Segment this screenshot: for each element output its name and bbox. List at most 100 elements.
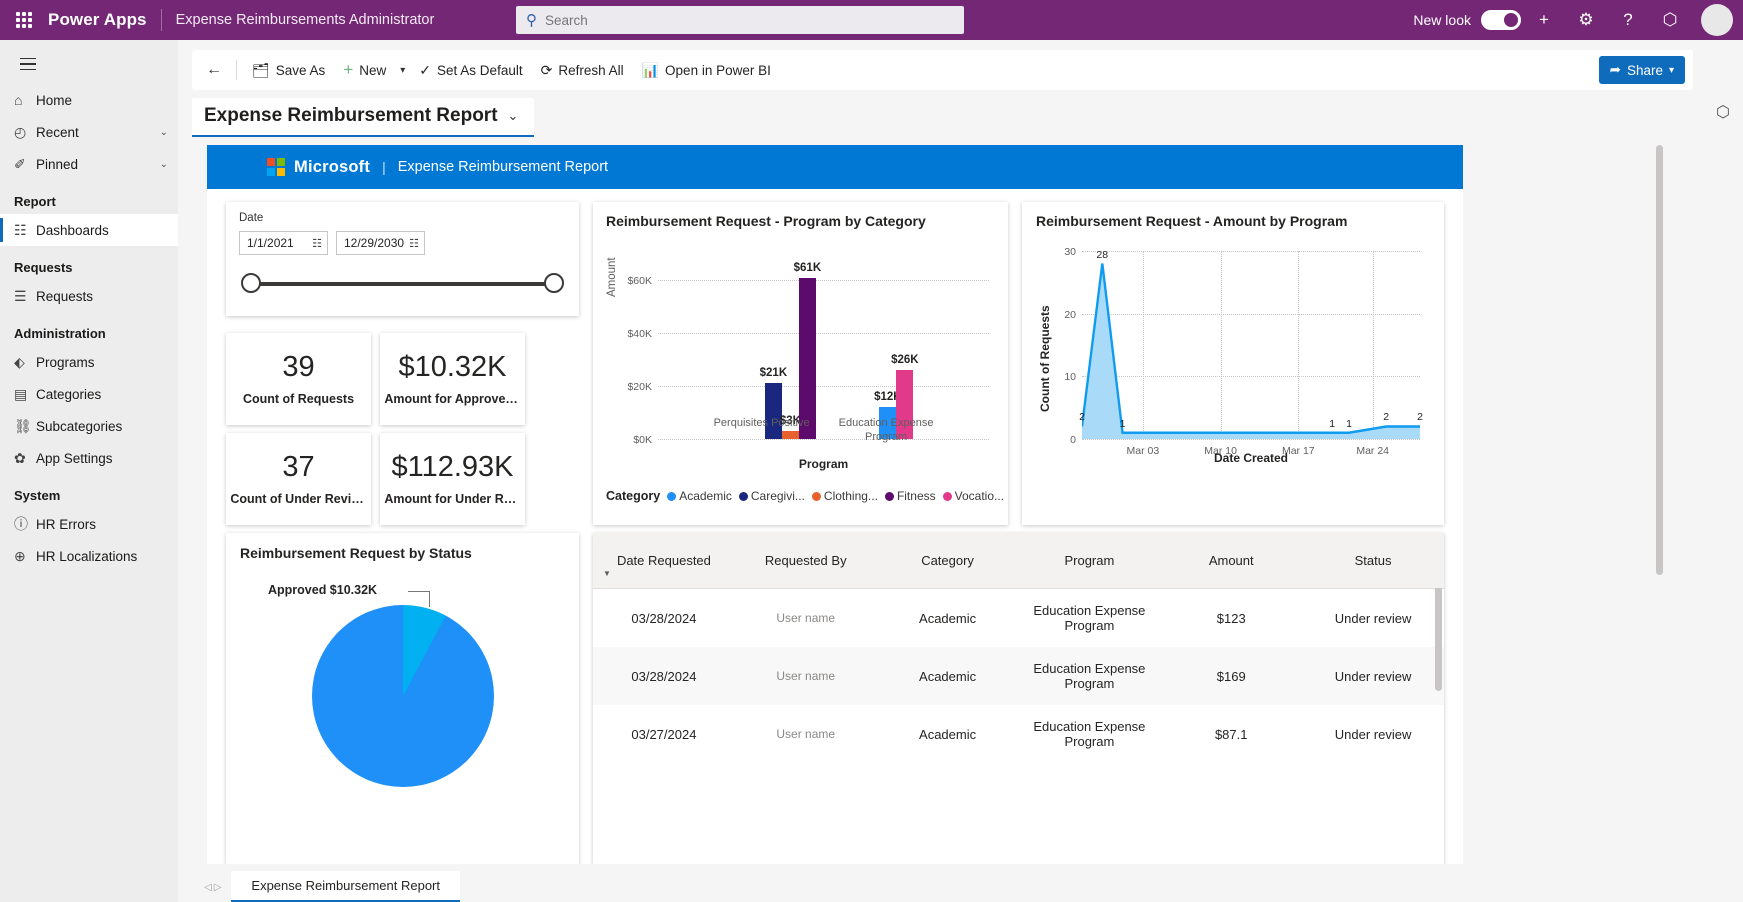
search-box[interactable]: ⚲ — [516, 6, 964, 34]
date-end-input[interactable]: 12/29/2030 ☷ — [336, 231, 425, 255]
slider-track — [250, 282, 555, 286]
y-axis-tick: 0 — [1070, 434, 1076, 446]
sidebar-group-system: System — [14, 488, 61, 503]
legend-item[interactable]: Caregivi... — [738, 489, 805, 503]
cell-date-requested: 03/28/2024 — [631, 668, 697, 684]
kpi-card-amount-approved[interactable]: $10.32K Amount for Approved Re... — [380, 333, 525, 425]
date-slicer-tile[interactable]: Date 1/1/2021 ☷ 12/29/2030 ☷ — [226, 202, 579, 316]
column-header-amount[interactable]: Amount — [1160, 533, 1303, 589]
share-button[interactable]: ➦ Share ▾ — [1598, 56, 1685, 84]
pie-chart[interactable] — [312, 605, 494, 787]
kpi-card-count-under-review[interactable]: 37 Count of Under Review Re... — [226, 433, 371, 525]
avatar[interactable] — [1701, 4, 1733, 36]
canvas-scrollbar[interactable] — [1656, 145, 1663, 575]
save-as-button[interactable]: 🗂 Save As — [243, 54, 334, 86]
report-selector[interactable]: Expense Reimbursement Report ⌄ — [192, 98, 535, 137]
sidebar-item-hr-localizations[interactable]: ⊕ HR Localizations — [0, 540, 178, 572]
next-page-icon[interactable]: ▷ — [214, 882, 222, 893]
sidebar-item-subcategories[interactable]: ⛓ Subcategories — [0, 410, 178, 442]
legend-item[interactable]: Clothing... — [811, 489, 878, 503]
legend-item[interactable]: Fitness — [884, 489, 936, 503]
table-row[interactable]: 03/27/2024 User name Academic Education Exp… — [593, 705, 1444, 763]
legend-item[interactable]: Vocatio... — [942, 489, 1004, 503]
bar-chart-plot-area: Amount $0K $20K $40K $60K $21K $3K $61K $12K $26… — [606, 239, 995, 487]
sidebar-item-app-settings[interactable]: ✿ App Settings — [0, 442, 178, 474]
chevron-down-icon[interactable]: ⌄ — [160, 159, 168, 170]
slider-handle-start[interactable] — [241, 273, 261, 293]
area-chart-plot: 0 10 20 30 Mar 03 Mar 10 Mar 17 Mar 24 2 28 1 1 1 2 2 — [1064, 246, 1423, 457]
copilot-icon[interactable]: ⬡ — [1651, 1, 1689, 39]
open-in-power-bi-label: Open in Power BI — [665, 62, 771, 78]
brand-title[interactable]: Power Apps — [48, 10, 147, 30]
sidebar-item-dashboards[interactable]: ☷ Dashboards — [0, 214, 178, 246]
chevron-down-icon[interactable]: ⌄ — [160, 127, 168, 138]
sidebar-item-categories[interactable]: ▤ Categories — [0, 378, 178, 410]
column-header-requested-by[interactable]: Requested By — [734, 533, 877, 589]
area-chart-tile[interactable]: Reimbursement Request - Amount by Progra… — [1022, 202, 1444, 525]
new-button[interactable]: + New — [334, 54, 395, 86]
page-tab-expense-reimbursement-report[interactable]: Expense Reimbursement Report — [231, 871, 460, 902]
legend-item[interactable]: Academic — [667, 489, 732, 503]
column-header-program[interactable]: Program — [1018, 533, 1161, 589]
save-icon: 🗂 — [252, 61, 270, 78]
refresh-all-button[interactable]: ⟳ Refresh All — [532, 54, 633, 86]
new-label: New — [359, 62, 387, 78]
cell-amount: $169 — [1216, 668, 1246, 684]
bar-fitness[interactable] — [798, 277, 816, 439]
date-start-input[interactable]: 1/1/2021 ☷ — [239, 231, 328, 255]
sidebar-item-requests[interactable]: ☰ Requests — [0, 280, 178, 312]
cell-requested-by: User name — [776, 669, 836, 683]
sidebar-item-label: Recent — [36, 124, 79, 140]
table-row[interactable]: 03/28/2024 User name Academic Education Exp… — [593, 647, 1444, 705]
bar-chart-tile[interactable]: Reimbursement Request - Program by Categ… — [593, 202, 1008, 525]
column-header-category[interactable]: Category — [876, 533, 1019, 589]
new-chevron-down-icon[interactable]: ▾ — [395, 54, 410, 86]
help-icon[interactable]: ? — [1609, 1, 1647, 39]
bar-clothing-[interactable] — [781, 431, 799, 439]
plus-icon[interactable]: + — [1525, 1, 1563, 39]
share-chevron-down-icon[interactable]: ▾ — [1669, 65, 1674, 76]
sidebar-item-recent[interactable]: ◴ Recent ⌄ — [0, 116, 178, 148]
set-as-default-button[interactable]: ✓ Set As Default — [410, 54, 531, 86]
pie-chart-plot-area: Approved $10.32K — [240, 583, 565, 833]
date-range-slider[interactable] — [239, 273, 566, 295]
search-input[interactable] — [545, 12, 954, 28]
sidebar-item-label: Requests — [36, 288, 94, 304]
cell-program: Education Expense Program — [1033, 603, 1146, 633]
gear-icon[interactable]: ⚙ — [1567, 1, 1605, 39]
legend-color-dot — [884, 491, 894, 501]
cell-status: Under review — [1334, 610, 1412, 626]
table-row[interactable]: 03/28/2024 User name Academic Education Exp… — [593, 589, 1444, 648]
check-icon: ✓ — [419, 61, 432, 78]
calendar-icon[interactable]: ☷ — [409, 237, 419, 250]
slider-handle-end[interactable] — [544, 273, 564, 293]
app-launcher-icon[interactable] — [0, 0, 48, 40]
grid-line: 0 — [1070, 434, 1420, 446]
pie-chart-tile[interactable]: Reimbursement Request by Status Approved… — [226, 533, 579, 864]
sidebar-item-programs[interactable]: ⬖ Programs — [0, 346, 178, 378]
requests-table-tile[interactable]: Date Requested Requested By Category Pro… — [593, 533, 1444, 864]
calendar-icon[interactable]: ☷ — [312, 237, 322, 250]
globe-icon: ⊕ — [14, 547, 26, 564]
open-in-power-bi-button[interactable]: 📊 Open in Power BI — [633, 54, 780, 86]
column-header-status[interactable]: Status — [1302, 533, 1444, 589]
new-look-toggle[interactable] — [1481, 10, 1521, 30]
sidebar-item-pinned[interactable]: ✐ Pinned ⌄ — [0, 148, 178, 180]
y-axis-tick: $20K — [627, 381, 652, 394]
kpi-card-amount-under-review[interactable]: $112.93K Amount for Under Review... — [380, 433, 525, 525]
bar-data-label: $61K — [793, 261, 822, 274]
copilot-icon[interactable]: ⬡ — [1716, 102, 1730, 902]
page-tab-nav: ◁ ▷ — [198, 872, 227, 902]
legend-label: Fitness — [896, 489, 936, 503]
sidebar-item-home[interactable]: ⌂ Home — [0, 84, 178, 116]
chevron-down-icon[interactable]: ⌄ — [508, 108, 519, 124]
back-arrow-icon[interactable]: ← — [198, 54, 230, 86]
column-header-date-requested[interactable]: Date Requested — [593, 533, 735, 589]
prev-page-icon[interactable]: ◁ — [204, 882, 212, 893]
area-chart-x-axis-title: Date Created — [1213, 451, 1289, 465]
x-axis-tick: Perquisites Positive — [713, 417, 810, 429]
sidebar-item-hr-errors[interactable]: ⓘ HR Errors — [0, 508, 178, 540]
hamburger-menu-icon[interactable] — [8, 44, 48, 84]
area-data-label: 2 — [1417, 411, 1423, 424]
kpi-card-count-of-requests[interactable]: 39 Count of Requests — [226, 333, 371, 425]
